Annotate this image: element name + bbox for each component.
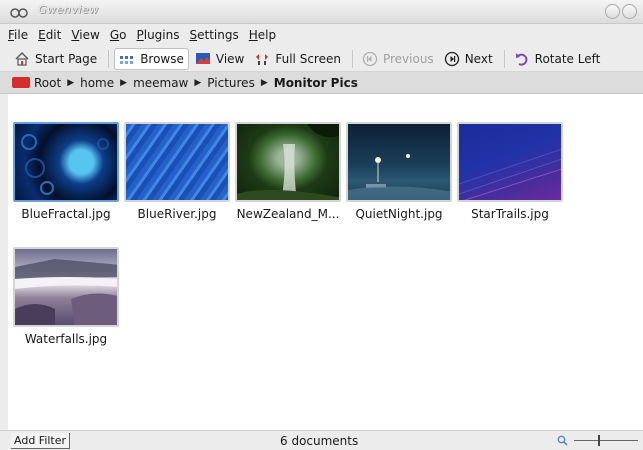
rotate-left-icon: [515, 52, 528, 66]
menu-view[interactable]: View: [71, 28, 99, 42]
waterfall-scene-icon: [237, 124, 339, 200]
previous-label: Previous: [382, 51, 434, 66]
window-title: Gwenview: [38, 3, 99, 16]
thumbnail-item[interactable]: BlueFractal.jpg: [11, 122, 121, 221]
breadcrumb: Root ▶ home ▶ meemaw ▶ Pictures ▶ Monito…: [0, 72, 643, 94]
full-screen-icon: [256, 53, 269, 65]
next-icon: [444, 51, 459, 66]
full-screen-label: Full Screen: [275, 51, 341, 66]
chevron-right-icon: ▶: [67, 77, 75, 88]
zoom-slider-handle[interactable]: [598, 435, 600, 446]
zoom-icon: [557, 435, 568, 446]
view-button[interactable]: View: [191, 48, 248, 70]
previous-icon: [362, 51, 378, 66]
breadcrumb-pictures[interactable]: Pictures: [207, 76, 255, 90]
thumbnail-label: QuietNight.jpg: [355, 207, 443, 221]
rotate-left-button[interactable]: Rotate Left: [510, 48, 605, 70]
toolbar-separator: [351, 49, 353, 68]
menu-bar: File Edit View Go Plugins Settings Help: [0, 24, 643, 46]
blue-fractal-thumbnail[interactable]: [13, 122, 119, 202]
view-label: View: [215, 51, 245, 66]
toolbar: Start Page Browse View Full Screen Previ…: [0, 46, 643, 72]
fractal-pattern-icon: [21, 134, 109, 195]
thumbnail-label: Waterfalls.jpg: [24, 332, 108, 346]
new-zealand-thumbnail[interactable]: [235, 122, 341, 202]
breadcrumb-root[interactable]: Root: [34, 76, 61, 90]
thumbnail-view[interactable]: BlueFractal.jpg BlueRiver.jpg NewZealand…: [0, 94, 643, 430]
minimize-button[interactable]: [605, 4, 620, 19]
chevron-right-icon: ▶: [194, 77, 202, 88]
breadcrumb-meemaw[interactable]: meemaw: [133, 76, 188, 90]
chevron-right-icon: ▶: [120, 77, 128, 88]
add-filter-button[interactable]: Add Filter: [11, 433, 71, 449]
star-trails-icon: [459, 148, 561, 200]
menu-go[interactable]: Go: [110, 28, 127, 42]
previous-button[interactable]: Previous: [358, 48, 438, 70]
home-icon: [15, 51, 29, 66]
rotate-left-label: Rotate Left: [534, 51, 601, 66]
thumbnail-label: NewZealand_M...: [236, 207, 340, 221]
star-trails-thumbnail[interactable]: [457, 122, 563, 202]
waterfall-rocks-icon: [15, 259, 117, 325]
thumbnail-item[interactable]: BlueRiver.jpg: [122, 122, 232, 221]
folder-icon: [12, 77, 30, 88]
thumbnail-label: BlueRiver.jpg: [137, 207, 217, 221]
gwenview-logo-icon: [10, 8, 28, 18]
menu-settings[interactable]: Settings: [189, 28, 238, 42]
waterfalls-thumbnail[interactable]: [13, 247, 119, 327]
thumbnail-label: StarTrails.jpg: [471, 207, 549, 221]
title-bar: Gwenview: [0, 0, 643, 24]
grid-icon: [120, 55, 134, 64]
quiet-night-thumbnail[interactable]: [346, 122, 452, 202]
zoom-slider[interactable]: [574, 440, 638, 441]
next-button[interactable]: Next: [440, 48, 497, 70]
menu-help[interactable]: Help: [249, 28, 276, 42]
thumbnail-item[interactable]: StarTrails.jpg: [455, 122, 565, 221]
thumbnail-label: BlueFractal.jpg: [21, 207, 111, 221]
start-page-label: Start Page: [35, 51, 98, 66]
browse-button[interactable]: Browse: [114, 47, 189, 70]
image-view-icon: [195, 52, 210, 64]
document-count: 6 documents: [280, 434, 359, 448]
start-page-button[interactable]: Start Page: [10, 48, 101, 70]
chevron-right-icon: ▶: [260, 77, 268, 88]
menu-edit[interactable]: Edit: [38, 28, 61, 42]
breadcrumb-monitor-pics[interactable]: Monitor Pics: [274, 76, 358, 90]
blue-river-thumbnail[interactable]: [124, 122, 230, 202]
close-button[interactable]: [622, 4, 637, 19]
thumbnail-item[interactable]: Waterfalls.jpg: [11, 247, 121, 346]
status-bar: Add Filter 6 documents: [0, 430, 643, 450]
browse-label: Browse: [140, 51, 184, 66]
next-label: Next: [464, 51, 493, 66]
breadcrumb-home[interactable]: home: [80, 76, 114, 90]
full-screen-button[interactable]: Full Screen: [250, 48, 345, 70]
menu-plugins[interactable]: Plugins: [136, 28, 179, 42]
thumbnail-item[interactable]: QuietNight.jpg: [344, 122, 454, 221]
toolbar-separator: [108, 49, 110, 68]
night-park-icon: [348, 154, 450, 200]
toolbar-separator: [503, 49, 505, 68]
menu-file[interactable]: File: [8, 28, 28, 42]
thumbnail-item[interactable]: NewZealand_M...: [233, 122, 343, 221]
